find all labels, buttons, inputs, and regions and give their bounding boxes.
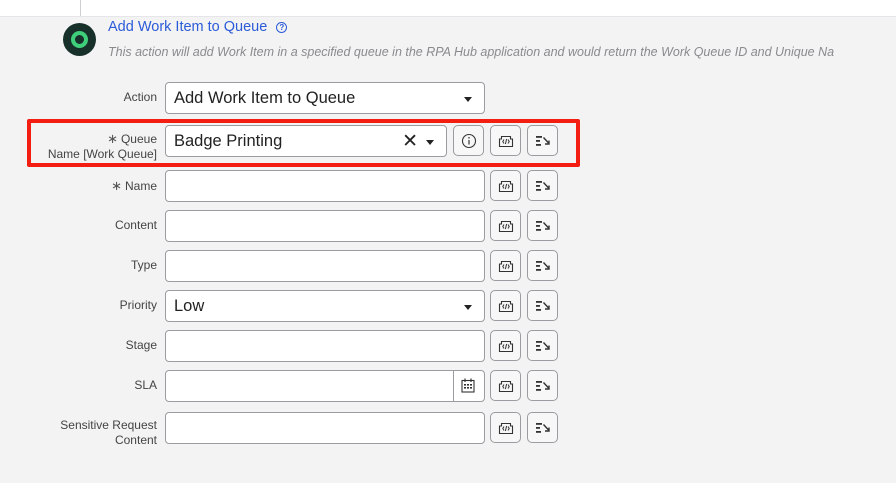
action-title[interactable]: Add Work Item to Queue? — [108, 19, 288, 35]
sensitive-expression-button[interactable] — [527, 412, 558, 443]
queue-expression-button[interactable] — [527, 125, 558, 156]
action-logo-icon — [63, 23, 96, 56]
help-icon[interactable]: ? — [276, 22, 288, 33]
divider — [0, 16, 896, 17]
priority-select[interactable]: Low — [165, 290, 485, 322]
type-input[interactable] — [165, 250, 485, 282]
type-label: Type — [130, 258, 157, 272]
action-label: Action — [123, 90, 157, 104]
priority-label: Priority — [119, 298, 157, 312]
queue-label-line2: Name [Work Queue] — [47, 147, 157, 161]
sla-input[interactable] — [165, 370, 485, 402]
expression-builder-icon — [535, 260, 550, 271]
expression-builder-icon — [535, 340, 550, 351]
info-icon — [461, 133, 476, 148]
sensitive-label-line1: Sensitive Request — [60, 418, 157, 432]
sensitive-label: Sensitive Request Content — [60, 418, 157, 448]
variable-icon — [498, 340, 513, 352]
expression-builder-icon — [535, 422, 550, 433]
calendar-icon[interactable] — [461, 378, 475, 393]
variable-icon — [498, 422, 513, 434]
queue-select-value: Badge Printing — [174, 132, 283, 150]
sensitive-variable-button[interactable] — [490, 412, 521, 443]
queue-variable-button[interactable] — [490, 125, 521, 156]
variable-icon — [498, 220, 513, 232]
expression-builder-icon — [535, 135, 550, 146]
divider — [453, 371, 454, 401]
expression-builder-icon — [535, 380, 550, 391]
priority-variable-button[interactable] — [490, 290, 521, 321]
name-label: ∗ Name — [111, 178, 157, 194]
connector-line — [80, 0, 81, 17]
sla-variable-button[interactable] — [490, 370, 521, 401]
top-strip — [0, 0, 896, 17]
content-input[interactable] — [165, 210, 485, 242]
name-input[interactable] — [165, 170, 485, 202]
name-variable-button[interactable] — [490, 170, 521, 201]
action-select-value: Add Work Item to Queue — [174, 89, 356, 107]
content-label: Content — [114, 218, 157, 232]
priority-expression-button[interactable] — [527, 290, 558, 321]
required-asterisk: ∗ — [111, 178, 122, 193]
stage-label: Stage — [125, 338, 157, 352]
action-description: This action will add Work Item in a spec… — [108, 45, 835, 59]
stage-input[interactable] — [165, 330, 485, 362]
stage-expression-button[interactable] — [527, 330, 558, 361]
sla-expression-button[interactable] — [527, 370, 558, 401]
queue-select[interactable]: Badge Printing ✕ — [165, 125, 447, 157]
content-expression-button[interactable] — [527, 210, 558, 241]
variable-icon — [498, 300, 513, 312]
action-select[interactable]: Add Work Item to Queue — [165, 82, 485, 114]
queue-label: ∗ Queue Name [Work Queue] — [48, 131, 157, 162]
sensitive-label-line2: Content — [114, 433, 157, 447]
stage-variable-button[interactable] — [490, 330, 521, 361]
expression-builder-icon — [535, 180, 550, 191]
type-variable-button[interactable] — [490, 250, 521, 281]
variable-icon — [498, 180, 513, 192]
expression-builder-icon — [535, 300, 550, 311]
content-variable-button[interactable] — [490, 210, 521, 241]
variable-icon — [498, 380, 513, 392]
type-expression-button[interactable] — [527, 250, 558, 281]
clear-icon[interactable]: ✕ — [402, 130, 418, 153]
expression-builder-icon — [535, 220, 550, 231]
chevron-down-icon[interactable] — [426, 140, 434, 145]
priority-select-value: Low — [174, 297, 205, 315]
chevron-down-icon[interactable] — [464, 305, 472, 310]
sensitive-input[interactable] — [165, 412, 485, 444]
queue-label-line1: Queue — [120, 132, 157, 146]
name-label-text: Name — [124, 179, 157, 193]
action-title-text[interactable]: Add Work Item to Queue — [108, 19, 267, 35]
variable-icon — [498, 135, 513, 147]
sla-label: SLA — [134, 378, 157, 392]
variable-icon — [498, 260, 513, 272]
chevron-down-icon[interactable] — [464, 97, 472, 102]
info-button[interactable] — [453, 125, 484, 156]
required-asterisk: ∗ — [107, 131, 118, 146]
name-expression-button[interactable] — [527, 170, 558, 201]
